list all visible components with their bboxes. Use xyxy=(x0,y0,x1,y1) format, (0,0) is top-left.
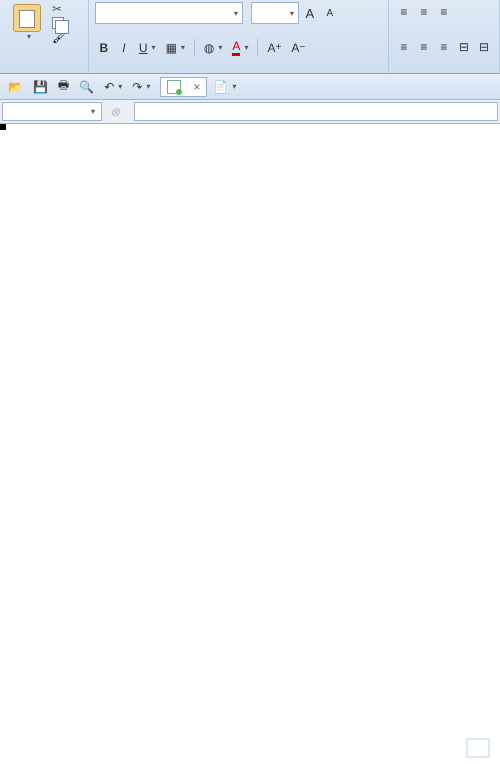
copy-button[interactable] xyxy=(50,17,71,29)
align-bottom-button[interactable]: ≡ xyxy=(435,2,453,22)
name-box[interactable]: ▾ xyxy=(2,102,102,121)
close-tab-button[interactable]: × xyxy=(193,80,200,94)
font-color-button[interactable]: A▾ xyxy=(228,38,252,58)
font-size-select[interactable]: ▾ xyxy=(251,2,299,24)
workbook-icon xyxy=(167,80,181,94)
formula-bar: ▾ ⊗ xyxy=(0,100,500,124)
formula-input[interactable] xyxy=(134,102,498,121)
watermark xyxy=(466,738,494,758)
alignment-group: ≡ ≡ ≡ ≡ ≡ ≡ ⊟ ⊟ xyxy=(389,0,500,73)
font-group-label xyxy=(95,71,382,73)
document-tab[interactable]: × xyxy=(160,77,207,97)
decrease-font-button[interactable]: A xyxy=(321,3,339,23)
cancel-formula-icon[interactable]: ⊗ xyxy=(110,105,120,119)
watermark-icon xyxy=(466,738,490,758)
alignment-group-label xyxy=(395,71,493,73)
align-center-button[interactable]: ≡ xyxy=(415,37,433,57)
ribbon: ▾ ▾ ▾ A A B I U▾ xyxy=(0,0,500,74)
wrap-button[interactable]: ⊟ xyxy=(475,37,493,57)
redo-button[interactable]: ↷▾ xyxy=(128,77,154,97)
italic-button[interactable]: I xyxy=(115,38,133,58)
underline-button[interactable]: U▾ xyxy=(135,38,160,58)
quick-access-toolbar: 📂 💾 🖶 🔍 ↶▾ ↷▾ × 📄▾ xyxy=(0,74,500,100)
bucket-icon: ◍ xyxy=(204,41,214,55)
shrink-font-button[interactable]: A− xyxy=(287,38,309,58)
new-tab-button[interactable]: 📄▾ xyxy=(209,77,240,97)
increase-font-button[interactable]: A xyxy=(301,3,319,23)
merge-button[interactable]: ⊟ xyxy=(455,37,473,57)
chevron-down-icon: ▾ xyxy=(27,32,31,41)
print-button[interactable]: 🖶 xyxy=(54,77,73,97)
undo-button[interactable]: ↶▾ xyxy=(100,77,126,97)
preview-button[interactable]: 🔍 xyxy=(75,77,98,97)
chevron-down-icon: ▾ xyxy=(290,9,294,18)
align-top-button[interactable]: ≡ xyxy=(395,2,413,22)
align-middle-button[interactable]: ≡ xyxy=(415,2,433,22)
border-button[interactable]: ▦▾ xyxy=(162,38,189,58)
clipboard-group: ▾ xyxy=(0,0,89,73)
grow-font-button[interactable]: A+ xyxy=(263,38,285,58)
scissors-icon xyxy=(52,2,66,16)
font-group: ▾ ▾ A A B I U▾ ▦▾ ◍▾ A▾ A+ A− xyxy=(89,0,389,73)
clipboard-group-label xyxy=(6,71,82,73)
cut-button[interactable] xyxy=(50,2,71,16)
chevron-down-icon: ▾ xyxy=(91,107,95,116)
save-button[interactable]: 💾 xyxy=(29,77,52,97)
open-button[interactable]: 📂 xyxy=(4,77,27,97)
font-name-select[interactable]: ▾ xyxy=(95,2,243,24)
fill-color-button[interactable]: ◍▾ xyxy=(200,38,227,58)
align-right-button[interactable]: ≡ xyxy=(435,37,453,57)
paste-button[interactable]: ▾ xyxy=(6,2,48,43)
bold-button[interactable]: B xyxy=(95,38,113,58)
chevron-down-icon: ▾ xyxy=(234,9,238,18)
copy-icon xyxy=(52,17,64,29)
align-left-button[interactable]: ≡ xyxy=(395,37,413,57)
